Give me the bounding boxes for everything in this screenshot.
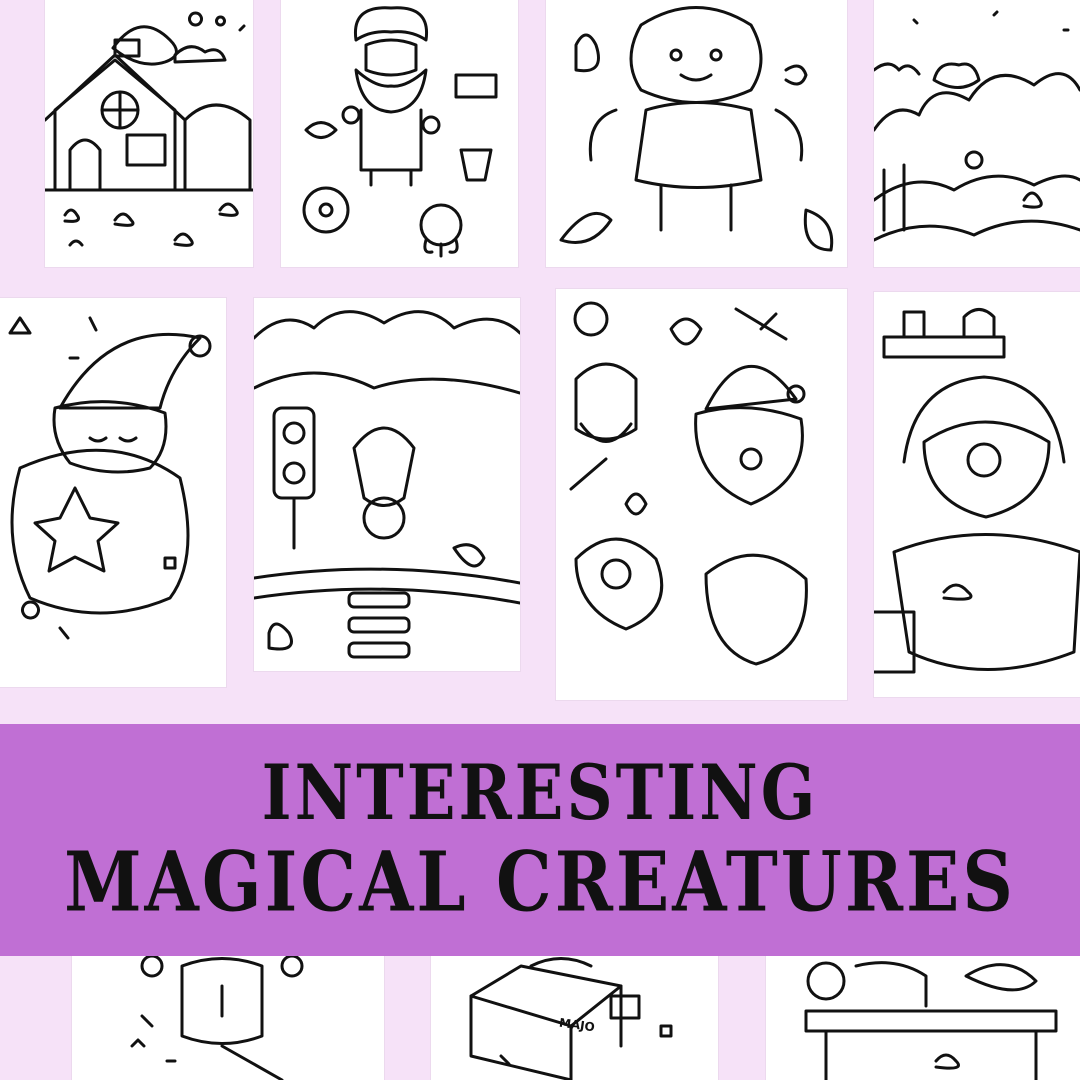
bearded-gnome-icon bbox=[302, 6, 498, 258]
coloring-page-cauldron-witch-scene bbox=[874, 292, 1080, 697]
cloud-landscape-icon bbox=[874, 10, 1080, 242]
coloring-page-sleeping-wizard-scene bbox=[0, 298, 226, 687]
character-stickers-icon bbox=[569, 301, 808, 666]
coloring-page-bottom-left-scene bbox=[72, 956, 384, 1080]
banner-title-line-1: INTERESTING bbox=[261, 749, 819, 838]
sleeping-wizard-icon bbox=[8, 316, 212, 640]
coloring-page-cloud-landscape-scene bbox=[874, 0, 1080, 267]
coloring-page-character-sticker-sheet bbox=[556, 289, 847, 700]
forest-crossing-icon bbox=[254, 310, 520, 659]
coloring-page-bottom-middle-scene: MAJO bbox=[431, 956, 718, 1080]
coloring-page-teapot-girl-scene bbox=[546, 0, 847, 267]
coloring-page-bearded-gnome-scene bbox=[281, 0, 518, 267]
teapot-girl-icon bbox=[559, 6, 834, 252]
coloring-page-forest-crossing-scene bbox=[254, 298, 520, 671]
cauldron-witch-icon bbox=[874, 308, 1080, 674]
house-with-cat-icon bbox=[45, 11, 253, 247]
shop-counter-icon bbox=[804, 961, 1058, 1080]
coloring-page-bottom-right-scene bbox=[766, 956, 1080, 1080]
broom-character-icon bbox=[130, 956, 304, 1080]
banner-title-line-2: MAGICAL CREATURES bbox=[64, 832, 1016, 931]
coloring-page-house-scene bbox=[45, 0, 253, 267]
